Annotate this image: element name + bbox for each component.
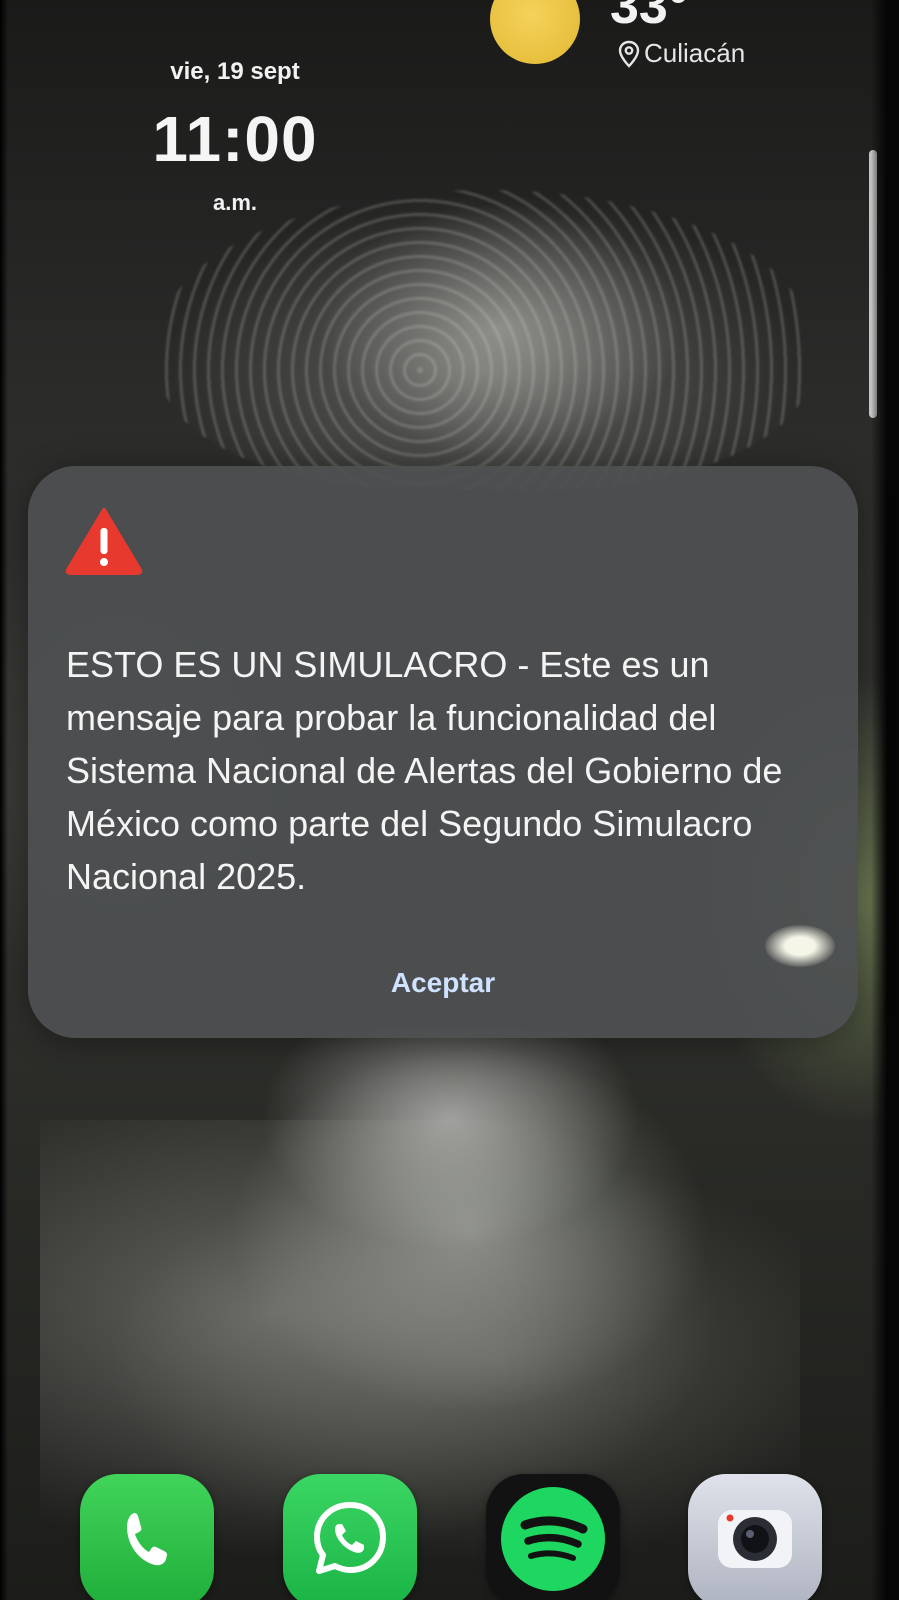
device-frame-left bbox=[0, 0, 8, 1600]
camera-icon bbox=[710, 1494, 800, 1589]
screen-glare bbox=[765, 925, 835, 967]
alert-message: ESTO ES UN SIMULACRO - Este es un mensaj… bbox=[66, 644, 783, 897]
whatsapp-app[interactable] bbox=[283, 1474, 417, 1600]
weather-temperature: 33° bbox=[610, 0, 689, 35]
device-frame-right bbox=[871, 0, 899, 1600]
lockscreen-time: 11:00 bbox=[152, 103, 318, 175]
lock-screen: vie, 19 sept 11:00 a.m. 33° Culiacán EST… bbox=[0, 0, 899, 1600]
camera-app[interactable] bbox=[688, 1474, 822, 1600]
weather-location: Culiacán bbox=[618, 38, 745, 69]
spotify-app[interactable] bbox=[486, 1474, 620, 1600]
wallpaper-hair bbox=[160, 190, 810, 490]
lockscreen-date: vie, 19 sept bbox=[170, 58, 300, 85]
warning-triangle-icon bbox=[64, 506, 144, 576]
emergency-alert-dialog: ESTO ES UN SIMULACRO - Este es un mensaj… bbox=[28, 466, 858, 1038]
phone-app[interactable] bbox=[80, 1474, 214, 1600]
phone-icon bbox=[115, 1507, 179, 1576]
sun-icon bbox=[490, 0, 580, 64]
accept-button[interactable]: Aceptar bbox=[358, 958, 528, 1008]
location-pin-icon bbox=[618, 40, 640, 68]
location-name: Culiacán bbox=[644, 38, 746, 68]
spotify-icon bbox=[497, 1483, 609, 1600]
lockscreen-ampm: a.m. bbox=[212, 190, 258, 215]
whatsapp-icon bbox=[306, 1495, 394, 1588]
